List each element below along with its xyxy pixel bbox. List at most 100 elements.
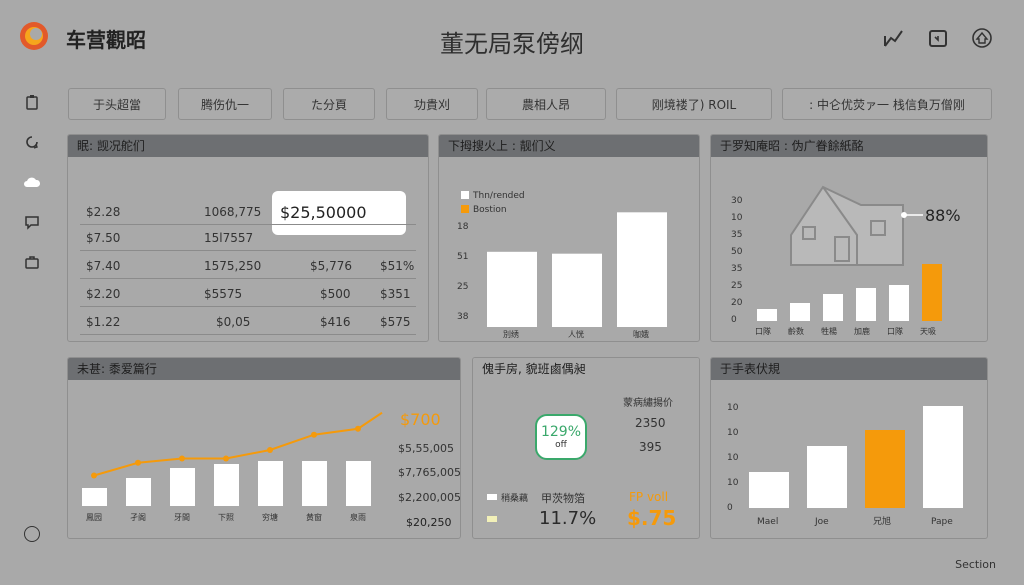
y-tick-label: 35 <box>731 264 742 274</box>
y-tick-label: 10 <box>727 428 739 438</box>
legend-swatch-white <box>461 191 469 199</box>
kpi-ring-value: 129% <box>540 424 582 440</box>
x-tick-label: 牙間 <box>174 513 190 522</box>
bar <box>214 464 239 506</box>
bar <box>922 264 942 321</box>
y-tick-label: 0 <box>731 315 737 325</box>
trend-point <box>267 447 273 453</box>
cloud-icon[interactable] <box>20 170 44 194</box>
y-tick-label: 38 <box>457 312 469 322</box>
row-cell: $5575 <box>204 287 243 301</box>
trend-value: $2,200,005 <box>398 491 461 504</box>
home-icon[interactable] <box>970 26 994 50</box>
x-tick-label: 齡数 <box>788 326 804 336</box>
bar <box>807 446 847 508</box>
bar <box>170 468 195 506</box>
bar <box>865 430 905 508</box>
bar <box>823 294 843 321</box>
card-table: 眠: 觊况舵们 $25,50000 $2.28 1068,775 $7.50 1… <box>67 134 429 342</box>
trend-point <box>311 431 317 438</box>
tab-5[interactable]: 農相人昂 <box>486 88 606 120</box>
x-tick-label: Mael <box>757 517 778 527</box>
row-cell: $7.50 <box>86 231 121 245</box>
kpi-right-value: 395 <box>639 440 662 454</box>
row-cell: 1068,775 <box>204 205 262 219</box>
card-house-chart: 于罗知庵昭 : 伪广眷餘紙酩 88% 30 10 35 50 35 25 20 0 口隊 齡数 牲楊… <box>710 134 988 342</box>
page-title: 董无局泵傍纲 <box>440 30 584 58</box>
callout-value: 88% <box>925 206 961 225</box>
row-cell: $5,776 <box>310 259 352 273</box>
y-tick-label: 30 <box>731 196 743 206</box>
table-row: $7.50 15l7557 <box>80 227 416 251</box>
bar <box>552 253 602 327</box>
kpi-ring-sub: off <box>555 440 567 450</box>
y-tick-label: 10 <box>727 453 739 463</box>
row-cell: $51% <box>380 259 415 273</box>
house-bar-chart: 88% 30 10 35 50 35 25 20 0 口隊 齡数 牲楊 加鹿 口隊 天吸 <box>731 185 961 336</box>
trend-icon[interactable] <box>882 26 906 50</box>
x-tick-label: 天吸 <box>920 327 936 336</box>
kpi-right-label: FP voll <box>629 490 669 504</box>
tab-7[interactable]: : 中仑优荧ァ一 栈信負万僧刚 <box>782 88 992 120</box>
x-tick-label: 下照 <box>218 513 234 522</box>
clipboard-icon[interactable] <box>20 90 44 114</box>
bar <box>856 288 876 321</box>
tab-bar: 于头超當 腾伤仇一 た分頁 功貴刈 農相人昂 刚境褛了) ROIL : 中仑优荧… <box>68 88 992 120</box>
y-tick-label: 0 <box>727 503 733 513</box>
x-tick-label: 別绣 <box>503 329 519 339</box>
row-cell: $416 <box>320 315 351 329</box>
x-tick-label: 黄窗 <box>306 512 322 522</box>
tab-1[interactable]: 于头超當 <box>68 88 166 120</box>
card-bar-header: 下拇搜火上 : 靓们义 <box>439 135 699 157</box>
row-cell: $0,05 <box>216 315 251 329</box>
tab-2[interactable]: 腾伤仇一 <box>178 88 272 120</box>
row-cell: $7.40 <box>86 259 121 273</box>
y-tick-label: 25 <box>731 281 742 291</box>
tab-4[interactable]: 功貴刈 <box>386 88 478 120</box>
x-tick-label: 咖娥 <box>633 329 649 339</box>
tab-3[interactable]: た分頁 <box>283 88 375 120</box>
row-cell: 15l7557 <box>204 231 254 245</box>
card-bar-chart: 下拇搜火上 : 靓们义 Thn/rended Bostion 18 51 25 38 別… <box>438 134 700 342</box>
bar-chart: Thn/rended Bostion 18 51 25 38 別绣 人恍 咖娥 <box>457 191 667 339</box>
trend-value: $20,250 <box>406 516 452 529</box>
kpi-right-head: 蒙病繡揚价 <box>623 398 673 409</box>
x-tick-label: 口隊 <box>755 326 771 336</box>
bar <box>889 285 909 321</box>
legend-label: Bostion <box>473 205 507 215</box>
x-tick-label: Joe <box>814 517 829 527</box>
row-cell: $1.22 <box>86 315 121 329</box>
bar <box>82 488 107 506</box>
kpi-mid-value: 11.7% <box>539 508 597 529</box>
bar <box>346 461 371 506</box>
row-cell: $575 <box>380 315 411 329</box>
calendar-icon[interactable] <box>926 26 950 50</box>
bar <box>126 478 151 506</box>
refresh-icon[interactable] <box>20 130 44 154</box>
bar <box>617 212 667 327</box>
card-house-header: 于罗知庵昭 : 伪广眷餘紙酩 <box>711 135 987 157</box>
card-trend: 未甚: 黍爱篇行 $700 $5,55,005 $7,765,005 $2,20… <box>67 357 461 539</box>
row-cell: $351 <box>380 287 411 301</box>
y-tick-label: 10 <box>727 403 739 413</box>
y-tick-label: 20 <box>731 298 743 308</box>
trend-point <box>91 472 97 479</box>
kpi-right-value: 2350 <box>635 416 666 430</box>
tab-6[interactable]: 刚境褛了) ROIL <box>616 88 772 120</box>
bar <box>790 303 810 321</box>
x-tick-label: Pape <box>931 517 953 527</box>
legend-swatch <box>487 494 497 500</box>
table-row: $1.22 $0,05 $416 $575 <box>80 311 416 335</box>
bar <box>757 309 777 321</box>
y-tick-label: 10 <box>727 478 739 488</box>
footer-label: Section <box>955 558 996 571</box>
circle-icon[interactable] <box>24 526 40 542</box>
x-tick-label: 人恍 <box>568 329 584 339</box>
y-tick-label: 50 <box>731 247 743 257</box>
kpi-right-big: $.75 <box>627 506 677 530</box>
bar <box>923 406 963 508</box>
briefcase-icon[interactable] <box>20 250 44 274</box>
chat-icon[interactable] <box>20 210 44 234</box>
table-row: $2.28 1068,775 <box>80 201 416 225</box>
y-tick-label: 25 <box>457 282 468 292</box>
